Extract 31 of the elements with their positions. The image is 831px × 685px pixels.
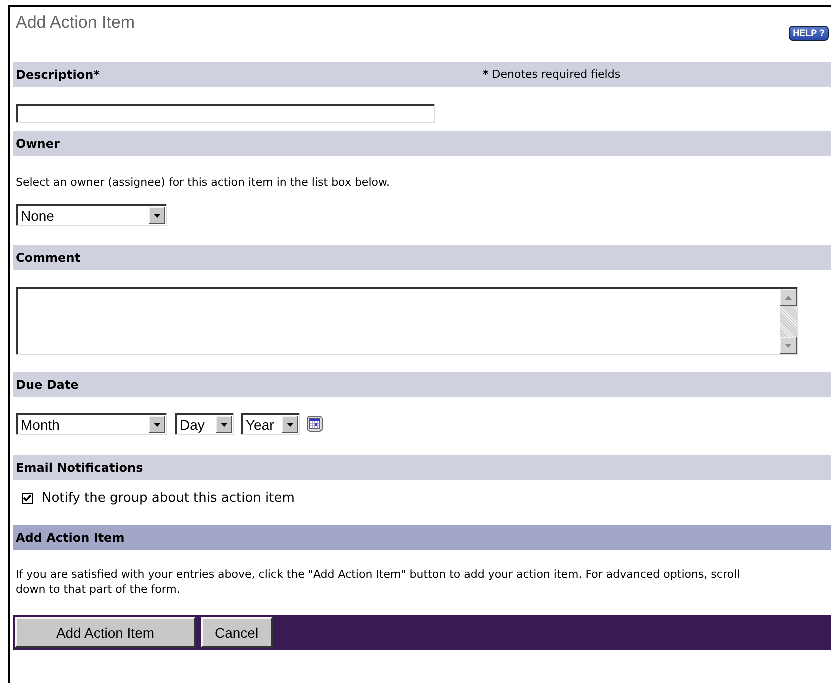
cancel-button[interactable]: Cancel [201,617,273,648]
help-button[interactable]: HELP ? [789,26,829,41]
dropdown[interactable]: Year [241,413,300,435]
caret-icon [149,416,165,433]
checkbox[interactable] [22,493,33,504]
page-title: Add Action Item [15,12,136,33]
caret-icon [216,416,232,433]
section-title: Email Notifications [16,460,144,474]
description-field[interactable] [16,104,435,123]
section-title: Add Action Item [16,530,125,544]
up-arrow-icon [785,296,792,300]
section-title: Description* [16,68,101,82]
scroll-down-button[interactable] [780,337,797,354]
section-title: Due Date [16,378,79,392]
comment-field[interactable] [16,287,798,355]
instructions-text: If you are satisfied with your entries above, click the "Add Action Item" button to add your action item. For advanced options, scroll down to that part of the form. [15,567,742,598]
hint-text: Select an owner (assignee) for this action item in the list box below. [16,176,391,189]
add-button[interactable]: Add Action Item [15,617,196,648]
dropdown[interactable]: Month [16,413,167,435]
caret-icon [282,416,298,433]
down-arrow-icon [785,344,792,348]
required-note: * Denotes required fields [483,68,621,81]
section-title: Owner [16,136,60,150]
caret-icon [149,207,165,224]
checkbox-label: Notify the group about this action item [42,491,295,506]
dropdown[interactable]: Day [175,413,234,435]
scrollbar[interactable] [780,289,797,354]
calendar-icon[interactable] [307,416,323,432]
dropdown[interactable]: None [16,204,167,226]
scroll-up-button[interactable] [780,289,797,306]
section-title: Comment [16,250,80,264]
